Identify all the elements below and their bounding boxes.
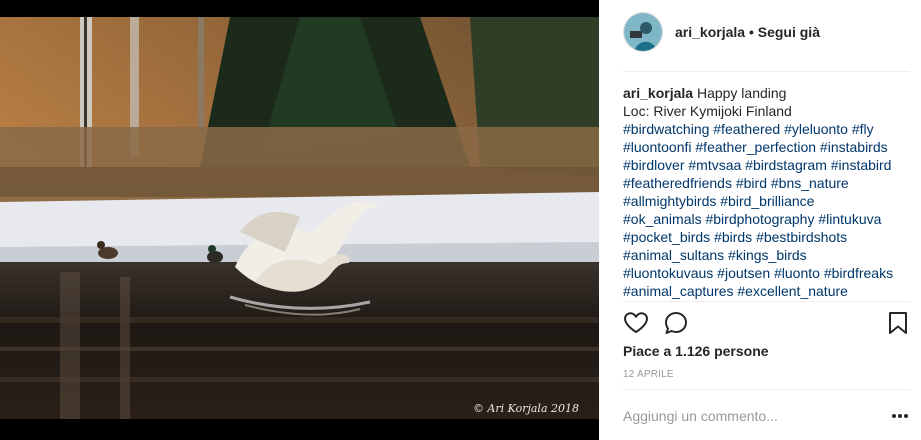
header-divider — [623, 71, 910, 72]
more-dot — [904, 414, 908, 418]
swans-landing-photo — [0, 17, 599, 419]
post-date[interactable]: 12 APRILE — [623, 369, 674, 380]
hashtag-line[interactable]: #animal_captures #excellent_nature — [623, 282, 903, 300]
hashtag-line[interactable]: #birdwatching #feathered #yleluonto #fly — [623, 120, 903, 138]
comment-input[interactable] — [623, 404, 863, 428]
caption-location: Loc: River Kymijoki Finland — [623, 103, 792, 119]
comment-divider — [623, 389, 910, 390]
hashtag-line[interactable]: #featheredfriends #bird #bns_nature — [623, 174, 903, 192]
hashtag-line[interactable]: #pocket_birds #birds #bestbirdshots — [623, 228, 903, 246]
header-separator: • — [745, 24, 758, 40]
hashtag-list: #birdwatching #feathered #yleluonto #fly… — [623, 120, 903, 300]
post-photo[interactable]: © Ari Korjala 2018 — [0, 17, 599, 419]
hashtag-line[interactable]: #luontokuvaus #joutsen #luonto #birdfrea… — [623, 264, 903, 282]
instagram-post: © Ari Korjala 2018 ari_korjala • Segui g… — [0, 0, 921, 440]
profile-photo-avatar[interactable] — [623, 12, 663, 52]
caption-username[interactable]: ari_korjala — [623, 85, 693, 101]
avatar-icon — [624, 13, 662, 51]
photo-watermark: © Ari Korjala 2018 — [472, 402, 579, 415]
more-dot — [892, 414, 896, 418]
action-bar — [623, 310, 910, 336]
hashtag-line[interactable]: #allmightybirds #bird_brilliance — [623, 192, 903, 210]
more-dot — [898, 414, 902, 418]
post-caption: ari_korjala Happy landing Loc: River Kym… — [623, 84, 903, 300]
header-username[interactable]: ari_korjala — [675, 24, 745, 40]
post-header: ari_korjala • Segui già — [623, 12, 910, 52]
follow-status-button[interactable]: Segui già — [758, 24, 820, 40]
more-options-icon[interactable] — [892, 408, 912, 422]
hashtag-line[interactable]: #animal_sultans #kings_birds — [623, 246, 903, 264]
hashtag-line[interactable]: #ok_animals #birdphotography #lintukuva — [623, 210, 903, 228]
hashtag-line[interactable]: #luontoonfi #feather_perfection #instabi… — [623, 138, 903, 156]
header-text: ari_korjala • Segui già — [675, 24, 820, 40]
speech-bubble-icon[interactable] — [663, 310, 689, 336]
bookmark-icon[interactable] — [885, 310, 911, 336]
like-count[interactable]: Piace a 1.126 persone — [623, 343, 769, 359]
post-sidebar: ari_korjala • Segui già ari_korjala Happ… — [599, 0, 921, 440]
hashtag-line[interactable]: #birdlover #mtvsaa #birdstagram #instabi… — [623, 156, 903, 174]
actions-divider — [623, 301, 910, 302]
heart-icon[interactable] — [623, 310, 649, 336]
caption-text: Happy landing — [696, 85, 787, 101]
